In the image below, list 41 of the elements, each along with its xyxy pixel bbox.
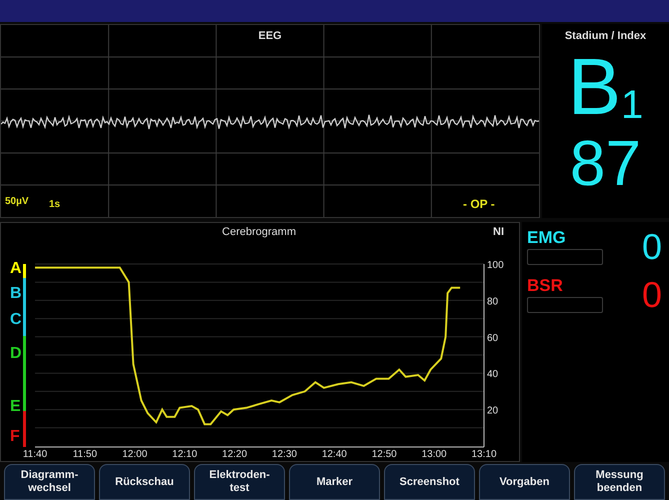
meter-value: 0 — [642, 276, 663, 314]
y-tick-label: 40 — [487, 369, 498, 380]
meter-label: EMG — [527, 228, 567, 248]
x-tick-label: 12:50 — [372, 449, 397, 460]
x-tick-label: 13:10 — [471, 449, 497, 460]
stage-label: C — [10, 312, 22, 328]
menu-button[interactable]: Vorgaben — [479, 464, 570, 500]
mode-label: - OP - — [463, 196, 495, 213]
y-tick-label: 60 — [487, 332, 498, 344]
x-tick-label: 13:00 — [422, 449, 447, 460]
x-tick-label: 12:00 — [122, 449, 148, 460]
time-scale: 1s — [49, 198, 60, 212]
stage-label: D — [10, 346, 22, 362]
y-tick-label: 20 — [487, 406, 498, 417]
amplitude-scale: 50µV — [5, 195, 29, 209]
x-tick-label: 11:50 — [72, 449, 98, 460]
menu-button[interactable]: Rückschau — [99, 464, 190, 500]
menu-button[interactable]: Elektroden- test — [194, 464, 285, 500]
x-tick-label: 12:30 — [272, 449, 297, 460]
eeg-title: EEG — [258, 29, 282, 44]
stage-label: B — [10, 286, 22, 302]
menu-button[interactable]: Messung beenden — [574, 464, 665, 500]
menu-button[interactable]: Marker — [289, 464, 380, 500]
stage-label: A — [10, 261, 22, 277]
x-tick-label: 12:20 — [222, 449, 248, 460]
meter-label: BSR — [527, 276, 564, 296]
index-value: 87 — [570, 130, 642, 194]
stage-label: F — [10, 429, 20, 445]
chart-title: Cerebrogramm — [222, 226, 296, 238]
y-tick-label: 80 — [487, 296, 498, 308]
menu-button[interactable]: Diagramm- wechsel — [4, 464, 95, 500]
panel-title: Stadium / Index — [564, 29, 646, 44]
stage-label: E — [10, 399, 21, 415]
menu-button[interactable]: Screenshot — [384, 464, 475, 500]
x-tick-label: 11:40 — [22, 449, 48, 460]
x-tick-label: 12:40 — [322, 449, 347, 460]
meter-value: 0 — [642, 228, 663, 266]
x-tick-label: 12:10 — [172, 449, 198, 460]
axis-label: NI — [493, 226, 504, 238]
stage-value: B$_{1}$ — [568, 46, 644, 126]
y-tick-label: 100 — [487, 260, 504, 271]
